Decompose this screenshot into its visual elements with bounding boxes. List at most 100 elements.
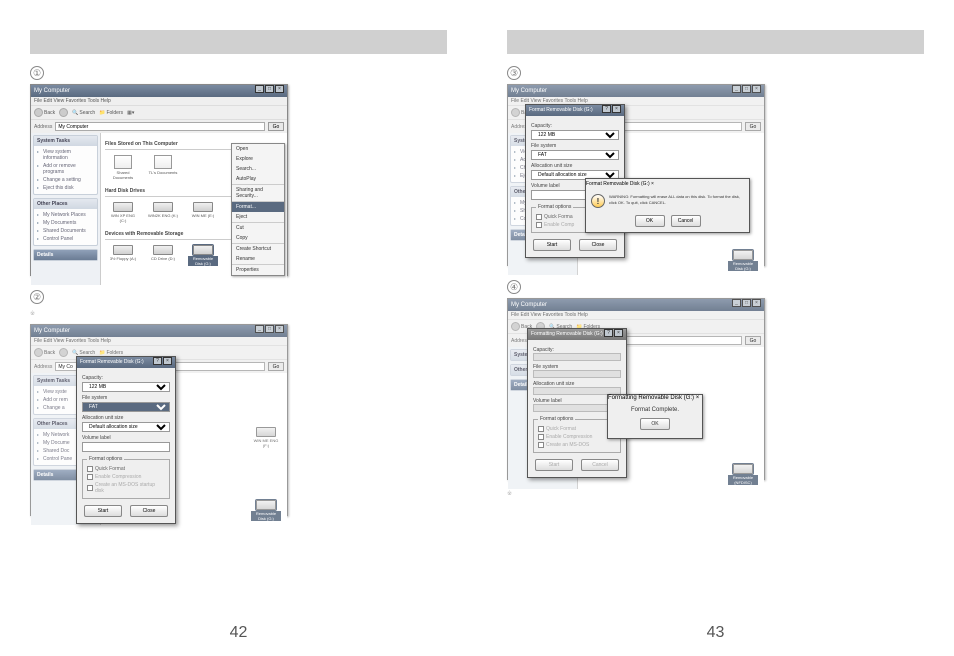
- ctx-cut[interactable]: Cut: [232, 223, 284, 233]
- close-button[interactable]: ×: [752, 85, 761, 93]
- back-button[interactable]: Back: [34, 108, 55, 117]
- step2-marker: ②: [30, 290, 44, 304]
- views-button[interactable]: ▦▾: [127, 110, 134, 116]
- drive-e[interactable]: WIN ME (E:): [188, 202, 218, 223]
- cd-d[interactable]: CD Drive (D:): [148, 245, 178, 266]
- folder-shared[interactable]: Shared Documents: [108, 155, 138, 180]
- close-button[interactable]: Close: [130, 505, 168, 517]
- ctx-autoplay[interactable]: AutoPlay: [232, 174, 284, 184]
- alloc-select[interactable]: Default allocation size: [82, 422, 170, 432]
- max-button[interactable]: □: [265, 325, 274, 333]
- ctx-copy[interactable]: Copy: [232, 233, 284, 243]
- start-button[interactable]: Start: [533, 239, 571, 251]
- close-button[interactable]: ×: [696, 395, 700, 401]
- format-complete-dialog: Formatting Removable Disk (G:) × Format …: [607, 394, 703, 439]
- place-item[interactable]: My Network Places: [37, 211, 94, 219]
- go-button[interactable]: Go: [268, 122, 284, 131]
- start-button: Start: [535, 459, 573, 471]
- ok-button[interactable]: OK: [635, 215, 665, 227]
- quick-format[interactable]: Quick Format: [87, 465, 165, 473]
- ctx-rename[interactable]: Rename: [232, 254, 284, 264]
- back-button[interactable]: Back: [34, 348, 55, 357]
- max-button[interactable]: □: [742, 85, 751, 93]
- ctx-sharing[interactable]: Sharing and Security...: [232, 185, 284, 201]
- folders-button[interactable]: 📁Folders: [99, 350, 123, 356]
- folder-user[interactable]: TL's Documents: [148, 155, 178, 180]
- ctx-search[interactable]: Search...: [232, 164, 284, 174]
- removable-nfdisc[interactable]: Removable (NFDISC): [728, 464, 758, 485]
- close-button[interactable]: ×: [275, 325, 284, 333]
- menu-bar[interactable]: File Edit View Favorites Tools Help: [508, 311, 764, 319]
- removable-g[interactable]: Removable Disk (G:): [728, 250, 758, 271]
- task-item[interactable]: Eject this disk: [37, 184, 94, 192]
- address-input[interactable]: [55, 122, 265, 131]
- forward-button[interactable]: [59, 108, 68, 117]
- removable-g[interactable]: Removable Disk (G:): [251, 500, 281, 521]
- folders-button[interactable]: 📁Folders: [99, 110, 123, 116]
- task-item[interactable]: Add or remove programs: [37, 162, 94, 176]
- help-button[interactable]: ?: [604, 329, 613, 337]
- min-button[interactable]: _: [255, 325, 264, 333]
- menu-bar[interactable]: File Edit View Favorites Tools Help: [31, 337, 287, 345]
- warning-icon: !: [591, 194, 605, 208]
- max-button[interactable]: □: [265, 85, 274, 93]
- filesystem-select[interactable]: FAT: [531, 150, 619, 160]
- ctx-properties[interactable]: Properties: [232, 265, 284, 275]
- help-button[interactable]: ?: [602, 105, 611, 113]
- place-item[interactable]: My Documents: [37, 219, 94, 227]
- place-item[interactable]: Shared Documents: [37, 227, 94, 235]
- task-item[interactable]: Change a setting: [37, 176, 94, 184]
- step3-marker: ③: [507, 66, 521, 80]
- vol-label: Volume label: [82, 435, 170, 441]
- max-button[interactable]: □: [742, 299, 751, 307]
- step-1: ①: [30, 66, 447, 80]
- help-button[interactable]: ?: [153, 357, 162, 365]
- removable-g[interactable]: Removable Disk (G:): [188, 245, 218, 266]
- page-right: ③ My Computer _ □ × File Edit View Favor…: [477, 0, 954, 656]
- ctx-explore[interactable]: Explore: [232, 154, 284, 164]
- go-button[interactable]: Go: [268, 362, 284, 371]
- drive-f[interactable]: WIN ME ENG (F:): [251, 427, 281, 448]
- task-item[interactable]: View system information: [37, 148, 94, 162]
- filesystem-select[interactable]: FAT: [82, 402, 170, 412]
- vol-input[interactable]: [82, 442, 170, 452]
- dialog-title: Format Removable Disk (G:): [80, 357, 144, 368]
- filesystem-label: File system: [82, 395, 170, 401]
- floppy-a[interactable]: 3½ Floppy (A:): [108, 245, 138, 266]
- place-item[interactable]: Control Panel: [37, 235, 94, 243]
- capacity-select[interactable]: 122 MB: [82, 382, 170, 392]
- address-label: Address: [34, 124, 52, 130]
- start-button[interactable]: Start: [84, 505, 122, 517]
- close-button[interactable]: ×: [612, 105, 621, 113]
- close-button[interactable]: ×: [752, 299, 761, 307]
- other-places-header[interactable]: Other Places: [34, 199, 97, 209]
- capacity-select[interactable]: 122 MB: [531, 130, 619, 140]
- close-button[interactable]: Close: [579, 239, 617, 251]
- drive-c[interactable]: WIN XP ENG (C:): [108, 202, 138, 223]
- warn-message: WARNING: Formatting will erase ALL data …: [609, 194, 744, 206]
- page-number-left: 42: [230, 624, 248, 642]
- system-tasks-header[interactable]: System Tasks: [34, 136, 97, 146]
- close-button[interactable]: ×: [275, 85, 284, 93]
- footnote: ※: [507, 488, 924, 500]
- min-button[interactable]: _: [732, 299, 741, 307]
- ctx-eject[interactable]: Eject: [232, 212, 284, 222]
- cancel-button[interactable]: Cancel: [671, 215, 701, 227]
- min-button[interactable]: _: [255, 85, 264, 93]
- close-button[interactable]: ×: [651, 181, 654, 187]
- menu-bar[interactable]: File Edit View Favorites Tools Help: [31, 97, 287, 105]
- close-button[interactable]: ×: [163, 357, 172, 365]
- ctx-open[interactable]: Open: [232, 144, 284, 154]
- ok-button[interactable]: OK: [640, 418, 670, 430]
- ctx-shortcut[interactable]: Create Shortcut: [232, 244, 284, 254]
- forward-button[interactable]: [59, 348, 68, 357]
- details-header[interactable]: Details: [34, 250, 97, 260]
- warn-title: Format Removable Disk (G:): [586, 181, 650, 187]
- ctx-format[interactable]: Format...: [232, 202, 284, 212]
- search-button[interactable]: 🔍Search: [72, 110, 95, 116]
- min-button[interactable]: _: [732, 85, 741, 93]
- toolbar: Back 🔍Search 📁Folders ▦▾: [31, 105, 287, 120]
- drive-k[interactable]: WIN2K ENG (K:): [148, 202, 178, 223]
- close-button[interactable]: ×: [614, 329, 623, 337]
- search-button[interactable]: 🔍Search: [72, 350, 95, 356]
